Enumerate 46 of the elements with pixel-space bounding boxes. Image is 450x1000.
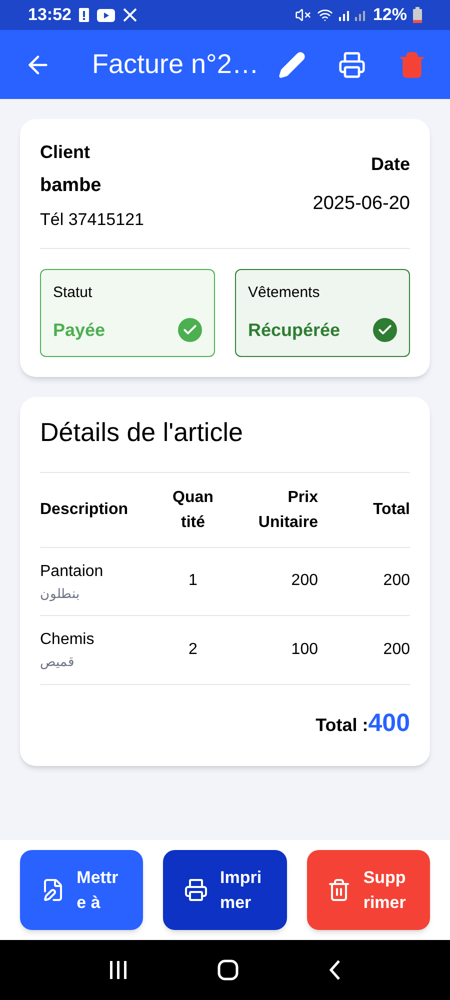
status-label: Statut [53,283,94,303]
total-label: Total : [316,714,368,736]
client-name: bambe [40,174,102,198]
item-name: Chemis [40,630,96,650]
table-cell-text: 200 [382,571,410,592]
item-arabic-name: قميص [40,653,74,672]
wifi-icon [316,7,333,23]
edit-action-button[interactable]: Mettre à [20,850,144,930]
edit-button[interactable] [278,50,306,78]
column-header: Total [372,500,410,520]
date-label: Date [370,153,410,176]
item-name: Pantaion [40,562,104,582]
back-nav-icon[interactable] [328,959,342,981]
battery-percent: 12% [372,4,407,26]
page-title: Facture n°2… [92,48,259,82]
alert-icon [79,8,90,22]
details-title: Détails de l'article [40,412,410,472]
column-header: Description [40,500,130,520]
table-cell-text: 200 [382,640,410,660]
mute-icon [294,7,311,23]
status-label: Vêtements [248,283,321,303]
battery-icon [413,7,422,23]
column-header: Prix Unitaire [257,488,318,532]
column-header: Quantité [172,488,214,532]
table-cell-text: 200 [290,571,318,592]
video-icon [97,8,116,22]
client-label: Client [40,141,92,164]
x-icon [123,8,138,22]
item-arabic-name: بنطلون [40,584,80,603]
status-value: Payée [53,318,106,342]
trash-icon [327,878,352,902]
delete-action-button[interactable]: Supprimer [306,850,430,930]
table-cell-text: 2 [188,640,198,660]
signal-icon [338,9,367,21]
total-value: 400 [368,708,410,738]
status-time: 13:52 [28,4,72,26]
table-cell-text: 100 [290,640,318,660]
print-icon [184,878,208,902]
print-action-button[interactable]: Imprimer [163,850,287,930]
table-cell-text: 1 [188,571,198,592]
date-value: 2025-06-20 [312,192,410,216]
recent-apps-icon[interactable] [108,960,128,980]
print-button[interactable] [338,50,366,78]
status-value: Récupérée [248,318,340,342]
client-phone: Tél 37415121 [40,208,144,230]
home-icon[interactable] [216,959,239,981]
